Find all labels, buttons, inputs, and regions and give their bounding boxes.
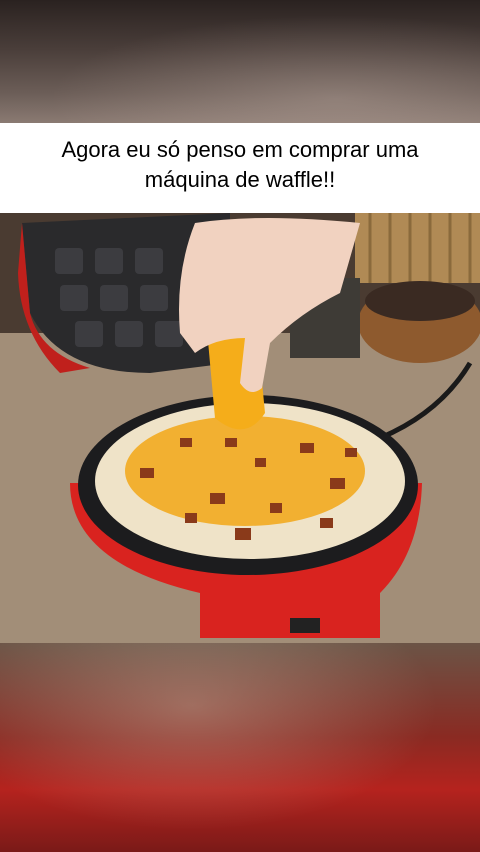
base-switch <box>290 618 320 633</box>
video-frame <box>0 213 480 643</box>
chocolate-pieces <box>365 281 475 321</box>
caption-line-1: Agora eu só penso em comprar uma <box>61 137 419 162</box>
blurred-background-top <box>0 0 480 123</box>
shredded-cheese <box>125 416 365 526</box>
caption-line-2: máquina de waffle!! <box>144 167 336 192</box>
caption-banner: Agora eu só penso em comprar uma máquina… <box>0 123 480 213</box>
wicker-basket <box>355 213 480 283</box>
blurred-background-bottom <box>0 643 480 852</box>
waffle-maker-photo <box>0 213 480 643</box>
